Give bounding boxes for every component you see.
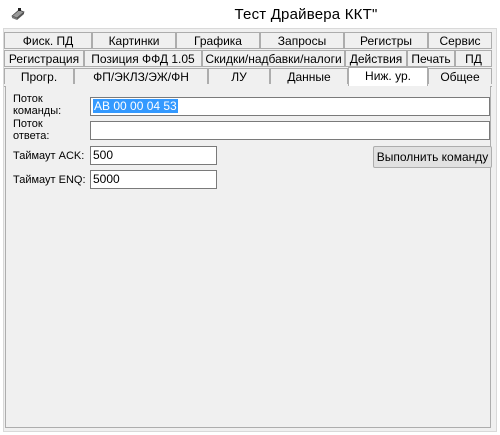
tab-low-level[interactable]: Ниж. ур. [348,67,428,86]
execute-command-button[interactable]: Выполнить команду [373,146,492,168]
tab-position-ffd[interactable]: Позиция ФФД 1.05 [84,50,202,66]
enq-timeout-label: Таймаут ENQ: [13,174,86,186]
command-stream-input[interactable]: AB 00 00 04 53 [90,97,490,116]
tab-graphics[interactable]: Графика [176,32,260,48]
tab-actions[interactable]: Действия [345,50,407,66]
tab-pd[interactable]: ПД [455,50,492,66]
tab-registration[interactable]: Регистрация [4,50,84,66]
tab-registers[interactable]: Регистры [344,32,428,48]
command-stream-value: AB 00 00 04 53 [93,99,178,113]
response-stream-label: ответа: [13,130,50,142]
tab-service[interactable]: Сервис [428,32,492,48]
tab-row-divider [4,48,492,49]
response-stream-input[interactable] [90,121,490,140]
tab-requests[interactable]: Запросы [260,32,344,48]
ack-timeout-label: Таймаут ACK: [13,150,85,162]
tab-discounts[interactable]: Скидки/надбавки/налоги [202,50,345,66]
tab-progr[interactable]: Прогр. [4,68,74,84]
ack-timeout-input[interactable]: 500 [90,146,217,165]
tab-general[interactable]: Общее [428,68,492,84]
command-stream-label: команды: [13,105,62,117]
command-stream-label: Поток [13,93,43,105]
tab-row-3: Прогр. ФП/ЭКЛЗ/ЭЖ/ФН ЛУ Данные Ниж. ур. … [4,67,492,86]
tab-print[interactable]: Печать [407,50,455,66]
title-bar: Тест Драйвера ККТ" [0,0,500,28]
tab-fp-eklz[interactable]: ФП/ЭКЛЗ/ЭЖ/ФН [74,68,208,84]
tab-fisk-pd[interactable]: Фиск. ПД [4,32,92,48]
tab-lu[interactable]: ЛУ [208,68,270,84]
window-title: Тест Драйвера ККТ" [234,6,378,23]
tab-data[interactable]: Данные [270,68,348,84]
tab-pictures[interactable]: Картинки [92,32,176,48]
enq-timeout-input[interactable]: 5000 [90,170,217,189]
tab-page-low-level: Поток команды: AB 00 00 04 53 Поток отве… [5,86,492,428]
response-stream-label: Поток [13,118,43,130]
